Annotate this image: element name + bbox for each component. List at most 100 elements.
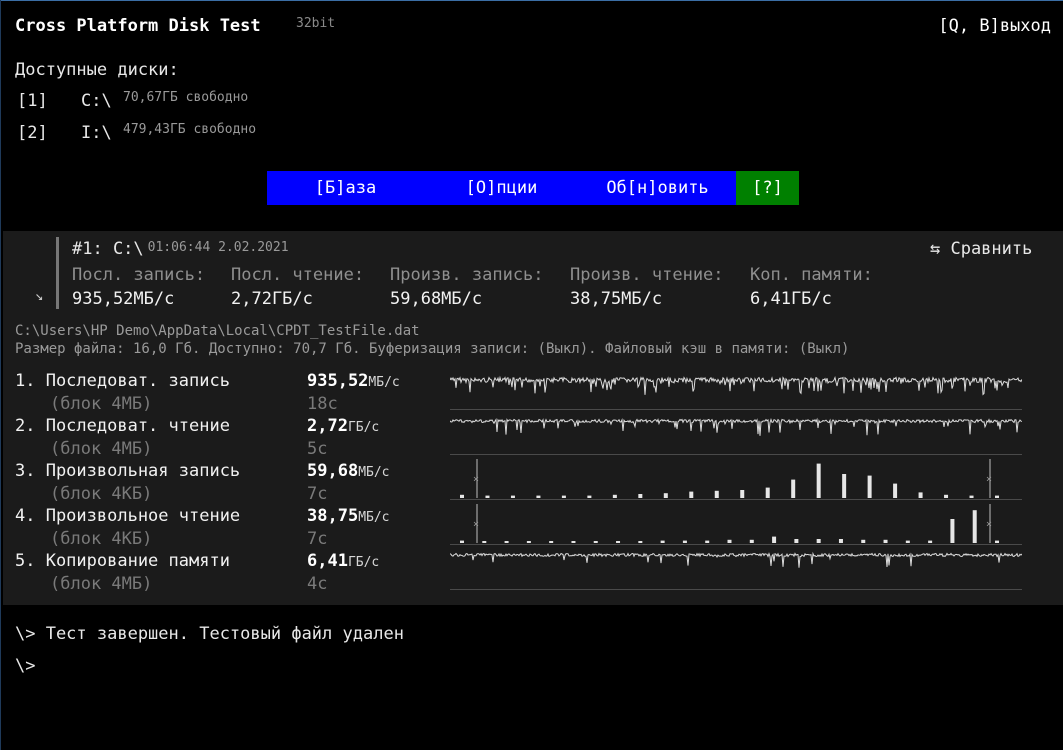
- window-top-border: [0, 0, 1063, 1]
- graph-bar: [861, 539, 866, 543]
- compare-button[interactable]: ⇆ Сравнить: [930, 239, 1032, 259]
- graph-bar: [460, 494, 464, 498]
- test-value-unit: МБ/с: [358, 510, 390, 525]
- summary-label-seq-read: Посл. чтение:: [231, 265, 365, 285]
- drive-item-i[interactable]: [2] I:\ 479,43ГБ свободно: [17, 122, 256, 143]
- test-block-rand-read: (блок 4КБ): [50, 529, 153, 549]
- summary-value-rand-read: 38,75МБ/с: [570, 289, 663, 309]
- options-button[interactable]: [О]пции: [424, 171, 579, 205]
- arch-badge: 32bit: [296, 16, 336, 31]
- graph-bar: [867, 475, 872, 498]
- summary-value-seq-write: 935,52МБ/с: [72, 289, 175, 309]
- summary-value-seq-read: 2,72ГБ/с: [231, 289, 313, 309]
- menu-bar: [Б]аза [О]пции Об[н]овить [?]: [267, 171, 799, 205]
- graph-trace: [450, 375, 1022, 396]
- log-prompt: \>: [15, 656, 36, 676]
- log-line: \> Тест завершен. Тестовый файл удален: [15, 624, 404, 644]
- graph-bar: [638, 541, 643, 543]
- test-value-mem-copy: 6,41ГБ/с: [307, 551, 379, 571]
- test-time-seq-read: 5с: [307, 439, 328, 459]
- drive-letter: C:\: [81, 91, 112, 111]
- graph-bar: [950, 519, 955, 543]
- graph-bar: [571, 541, 576, 543]
- drive-free: 70,67ГБ свободно: [123, 90, 249, 105]
- session-drive: #1: C:\: [72, 239, 144, 259]
- test-value-unit: МБ/с: [368, 375, 400, 390]
- app-title: Cross Platform Disk Test: [15, 16, 261, 36]
- test-value-seq-read: 2,72ГБ/с: [307, 416, 379, 436]
- graph-bar: [928, 540, 933, 543]
- drive-letter: I:\: [81, 123, 112, 143]
- summary-label-seq-write: Посл. запись:: [72, 265, 206, 285]
- graph-bar: [765, 487, 770, 498]
- test-value-unit: ГБ/с: [347, 420, 380, 435]
- drives-label: Доступные диски:: [15, 60, 179, 80]
- test-value-rand-read: 38,75МБ/с: [307, 506, 390, 526]
- summary-label-rand-write: Произв. запись:: [390, 265, 544, 285]
- graph-bar: [969, 495, 974, 498]
- test-block-rand-write: (блок 4КБ): [50, 484, 153, 504]
- graph-bar: [663, 493, 668, 498]
- expand-icon[interactable]: ↘: [35, 288, 43, 304]
- graph-bar: [504, 541, 509, 543]
- test-time-seq-write: 18с: [307, 394, 338, 414]
- graph-marker-x: ×: [986, 519, 992, 530]
- test-name-rand-write: 3. Произвольная запись: [15, 461, 241, 481]
- graph-marker-x: ×: [473, 519, 479, 530]
- graph-bar: [705, 540, 710, 543]
- graph-rand-write: × ×: [450, 456, 1022, 500]
- test-file-path: C:\Users\HP Demo\AppData\Local\CPDT_Test…: [15, 323, 420, 339]
- summary-label-mem-copy: Коп. памяти:: [750, 265, 873, 285]
- test-name-mem-copy: 5. Копирование памяти: [15, 551, 230, 571]
- summary-value-rand-write: 59,68МБ/с: [390, 289, 483, 309]
- test-value-number: 38,75: [307, 506, 359, 526]
- test-time-rand-write: 7с: [307, 484, 328, 504]
- session-title: #1: C:\ 01:06:44 2.02.2021: [72, 239, 289, 259]
- mem-copy-waveform: [450, 551, 1022, 590]
- drive-key: [2]: [17, 123, 48, 143]
- graph-bar: [510, 495, 515, 498]
- graph-bar: [972, 510, 977, 543]
- graph-bar: [740, 490, 745, 498]
- summary-label-rand-read: Произв. чтение:: [570, 265, 724, 285]
- refresh-button[interactable]: Об[н]овить: [579, 171, 736, 205]
- test-block-seq-read: (блок 4МБ): [50, 439, 153, 459]
- graph-bar: [612, 494, 617, 498]
- test-value-seq-write: 935,52МБ/с: [307, 371, 400, 391]
- test-block-mem-copy: (блок 4МБ): [50, 574, 153, 594]
- graph-bar: [791, 479, 796, 498]
- test-value-unit: ГБ/с: [347, 555, 380, 570]
- test-value-rand-write: 59,68МБ/с: [307, 461, 390, 481]
- graph-bar: [816, 539, 821, 543]
- graph-bar: [561, 495, 566, 498]
- graph-bar: [838, 539, 843, 543]
- graph-bar: [587, 495, 592, 498]
- test-file-info: Размер файла: 16,0 Гб. Доступно: 70,7 Гб…: [15, 341, 850, 357]
- test-name-rand-read: 4. Произвольное чтение: [15, 506, 241, 526]
- drive-key: [1]: [17, 91, 48, 111]
- graph-bar: [944, 494, 949, 498]
- graph-bar: [536, 495, 541, 498]
- graph-bar: [682, 540, 687, 543]
- graph-bar: [485, 495, 490, 498]
- help-button[interactable]: [?]: [736, 171, 799, 205]
- graph-bar: [749, 539, 754, 543]
- test-value-number: 2,72: [307, 416, 348, 436]
- exit-button[interactable]: [Q, B]выход: [938, 16, 1051, 36]
- graph-bar: [995, 495, 999, 498]
- window-left-border: [0, 0, 1, 750]
- test-value-number: 935,52: [307, 371, 369, 391]
- summary-value-mem-copy: 6,41ГБ/с: [750, 289, 832, 309]
- graph-bar: [816, 463, 821, 498]
- graph-bar: [893, 483, 898, 498]
- drive-item-c[interactable]: [1] C:\ 70,67ГБ свободно: [17, 90, 249, 111]
- seq-write-waveform: [450, 375, 1022, 410]
- graph-bar: [714, 490, 719, 498]
- database-button[interactable]: [Б]аза: [267, 171, 424, 205]
- test-time-rand-read: 7с: [307, 529, 328, 549]
- graph-bar: [772, 536, 777, 543]
- graph-marker-x: ×: [473, 474, 479, 485]
- graph-trace: [450, 417, 1022, 436]
- graph-seq-write: [450, 366, 1022, 410]
- graph-bar: [918, 492, 923, 498]
